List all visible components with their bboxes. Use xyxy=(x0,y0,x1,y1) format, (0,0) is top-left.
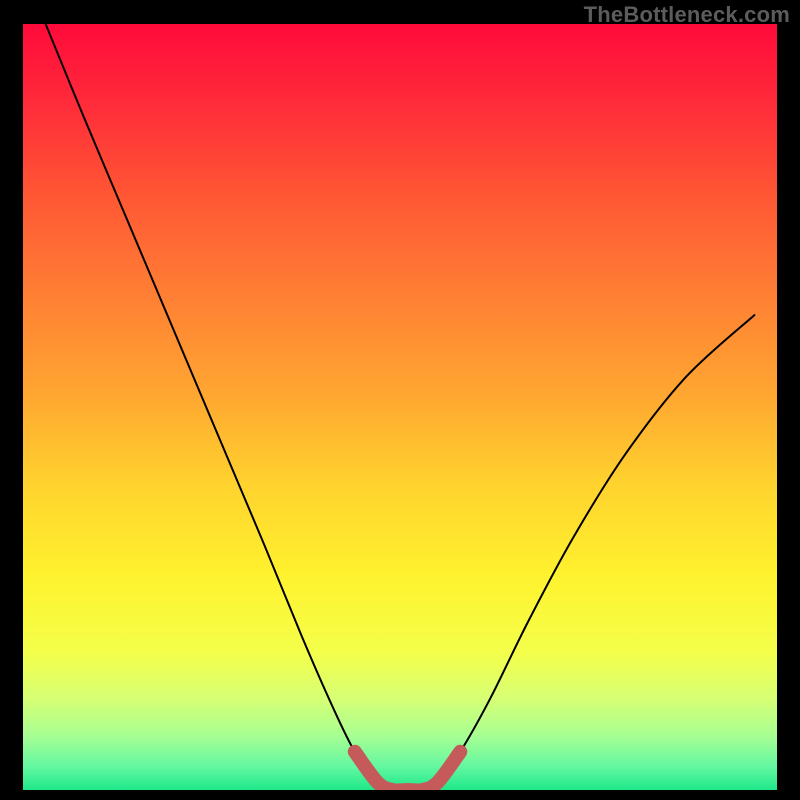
watermark: TheBottleneck.com xyxy=(584,2,790,28)
chart-frame: { "watermark": "TheBottleneck.com", "cha… xyxy=(0,0,800,800)
chart-svg xyxy=(0,0,800,800)
plot-background xyxy=(23,24,777,790)
